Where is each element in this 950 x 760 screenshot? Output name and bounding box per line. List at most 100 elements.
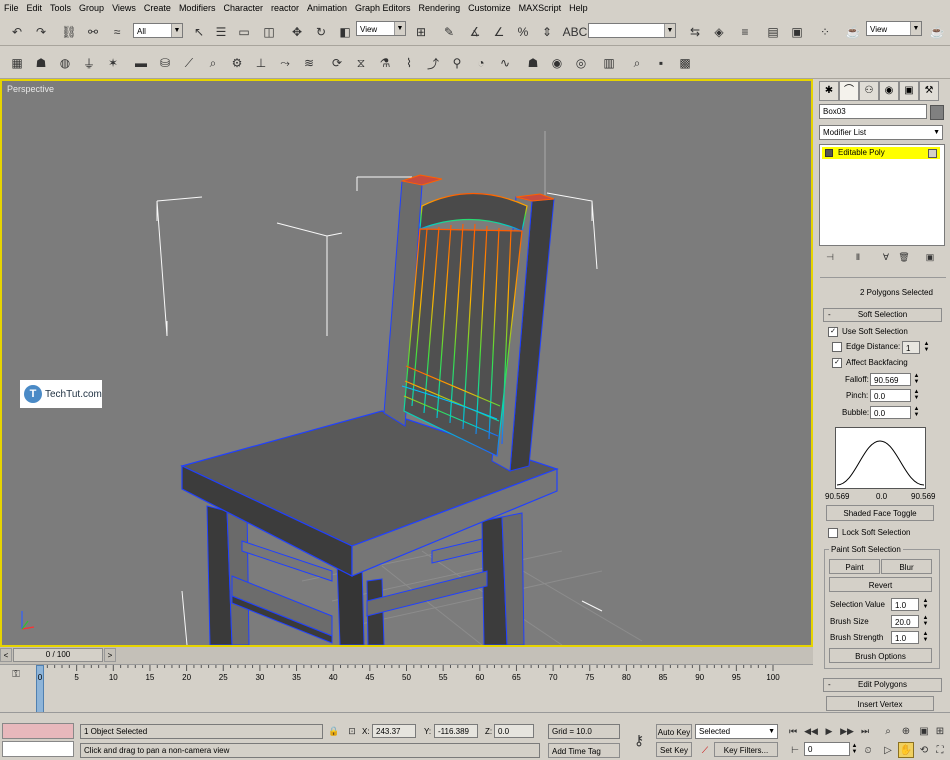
select-and-rotate-icon[interactable]: ↻	[310, 21, 332, 43]
spinner-icon[interactable]: ▲ ▼	[922, 598, 929, 611]
play-icon[interactable]: ▶	[820, 723, 838, 739]
menu-maxscript[interactable]: MAXScript	[515, 0, 566, 17]
pin-stack-icon[interactable]: ⊣	[822, 249, 838, 265]
effects-icon[interactable]: ◎	[570, 52, 592, 74]
maxscript-input-mini[interactable]	[2, 741, 74, 757]
create-box-icon[interactable]: ▦	[6, 52, 28, 74]
select-and-scale-icon[interactable]: ◧	[334, 21, 356, 43]
unlink-icon[interactable]: ⚯	[82, 21, 104, 43]
previous-frame-icon[interactable]: ◀◀	[802, 723, 820, 739]
tape-icon[interactable]: ⟋	[178, 52, 200, 74]
default-in-out-tangent-icon[interactable]: ⟋	[697, 742, 713, 758]
time-configuration-icon[interactable]: ⏲	[860, 742, 876, 758]
brush-size-field[interactable]: 20.0	[891, 615, 919, 628]
create-tab-icon[interactable]: ✱	[819, 81, 839, 101]
schematic-view-icon[interactable]: ▣	[786, 21, 808, 43]
menu-tools[interactable]: Tools	[46, 0, 75, 17]
stack-item-editable-poly[interactable]: Editable Poly	[822, 147, 940, 159]
ffd-icon[interactable]: ⚲	[446, 52, 468, 74]
bind-space-warp-icon[interactable]: ≈	[106, 21, 128, 43]
curve-editor-icon[interactable]: ▤	[762, 21, 784, 43]
reference-coordinate-dropdown[interactable]: View ▼	[356, 21, 406, 36]
light-icon[interactable]: ⏚	[78, 52, 100, 74]
layer-manager-icon[interactable]: ≡	[734, 21, 756, 43]
key-icon[interactable]: ⚷	[624, 727, 654, 753]
select-and-link-icon[interactable]: ⛓	[58, 21, 80, 43]
camera-icon[interactable]: ▪	[650, 52, 672, 74]
mirror-icon[interactable]: ⇆	[684, 21, 706, 43]
edit-named-selection-icon[interactable]: ABC	[563, 21, 588, 43]
remove-modifier-icon[interactable]: 🗑	[896, 249, 912, 265]
modifier-list-dropdown[interactable]: Modifier List ▼	[819, 125, 943, 140]
add-time-tag-button[interactable]: Add Time Tag	[548, 743, 620, 758]
object-color-swatch[interactable]	[930, 105, 944, 120]
bend-icon[interactable]: ⟳	[326, 52, 348, 74]
falloff-field[interactable]: 90.569	[870, 373, 911, 386]
zoom-icon[interactable]: ⌕	[880, 723, 896, 739]
set-key-button[interactable]: Set Key	[656, 742, 692, 757]
go-to-start-icon[interactable]: ⏮	[784, 723, 802, 739]
key-mode-toggle-icon[interactable]: ⊢	[788, 742, 802, 758]
go-to-end-icon[interactable]: ⏭	[856, 723, 874, 739]
perspective-viewport[interactable]: Perspective T TechTut.com	[0, 79, 813, 647]
render-scene-icon[interactable]: ☕	[842, 21, 864, 43]
undo-icon[interactable]: ↶	[6, 21, 28, 43]
object-name-field[interactable]: Box03	[819, 104, 927, 119]
spinner-icon[interactable]: ▲ ▼	[913, 373, 920, 386]
quick-render-icon[interactable]: ☕	[926, 21, 948, 43]
select-and-manipulate-icon[interactable]: ✎	[438, 21, 460, 43]
current-frame-field[interactable]: 0	[804, 742, 850, 756]
twist-icon[interactable]: ⧖	[350, 52, 372, 74]
expand-icon[interactable]	[825, 149, 833, 157]
affect-backfacing-checkbox[interactable]: ✓ Affect Backfacing	[832, 358, 908, 368]
time-slider[interactable]: < 0 / 100 >	[0, 647, 813, 664]
pinch-field[interactable]: 0.0	[870, 389, 911, 402]
pivot-center-icon[interactable]: ⊞	[410, 21, 432, 43]
edge-distance-checkbox[interactable]: Edge Distance:	[832, 342, 900, 352]
percent-snap-icon[interactable]: %	[512, 21, 534, 43]
edit-polygons-rollout[interactable]: - Edit Polygons	[823, 678, 942, 692]
maximize-viewport-icon[interactable]: ⛶	[932, 742, 948, 758]
track-bar[interactable]: ⚿ 0 5 10 15 20 25 30 35 40 45 50 55 60 65 70 75 80 85 90 95…	[0, 664, 813, 713]
key-mode-dropdown[interactable]: Selected ▼	[695, 724, 778, 739]
hierarchy-tab-icon[interactable]: ⚇	[859, 81, 879, 101]
wave-icon[interactable]: ≋	[298, 52, 320, 74]
use-soft-selection-checkbox[interactable]: ✓ Use Soft Selection	[828, 327, 908, 337]
select-object-icon[interactable]: ↖	[188, 21, 210, 43]
teapot-icon[interactable]: ☗	[30, 52, 52, 74]
select-and-move-icon[interactable]: ✥	[286, 21, 308, 43]
menu-customize[interactable]: Customize	[464, 0, 515, 17]
wind-icon[interactable]: ⤳	[274, 52, 296, 74]
menu-character[interactable]: Character	[219, 0, 267, 17]
next-frame-icon[interactable]: ▶▶	[838, 723, 856, 739]
menu-create[interactable]: Create	[140, 0, 175, 17]
menu-help[interactable]: Help	[565, 0, 592, 17]
menu-modifiers[interactable]: Modifiers	[175, 0, 220, 17]
zoom-extents-icon[interactable]: ▣	[916, 723, 932, 739]
menu-animation[interactable]: Animation	[303, 0, 351, 17]
pan-view-icon[interactable]: ✋	[898, 742, 914, 758]
named-selection-sets-dropdown[interactable]: ▼	[588, 23, 676, 38]
z-coordinate-field[interactable]: 0.0	[494, 724, 534, 738]
motion-tab-icon[interactable]: ◉	[879, 81, 899, 101]
shaded-face-toggle-button[interactable]: Shaded Face Toggle	[826, 505, 934, 521]
menu-edit[interactable]: Edit	[23, 0, 47, 17]
lock-icon[interactable]: 🔒	[326, 723, 342, 739]
film-icon[interactable]: ▩	[674, 52, 696, 74]
menu-file[interactable]: File	[0, 0, 23, 17]
utilities-tab-icon[interactable]: ⚒	[919, 81, 939, 101]
menu-group[interactable]: Group	[75, 0, 108, 17]
spinner-icon[interactable]: ▲ ▼	[913, 389, 920, 402]
bubble-field[interactable]: 0.0	[870, 406, 911, 419]
zoom-all-icon[interactable]: ⊕	[898, 723, 914, 739]
selection-filter-dropdown[interactable]: All ▼	[133, 23, 183, 38]
revert-button[interactable]: Revert	[829, 577, 932, 592]
modify-tab-icon[interactable]: ⌒	[839, 81, 859, 101]
make-unique-icon[interactable]: ∀	[878, 249, 894, 265]
slider-next-icon[interactable]: >	[104, 648, 116, 662]
lock-soft-selection-checkbox[interactable]: Lock Soft Selection	[828, 528, 910, 538]
rectangular-selection-icon[interactable]: ▭	[233, 21, 255, 43]
render-type-dropdown[interactable]: View ▼	[866, 21, 922, 36]
spinner-icon[interactable]: ▲ ▼	[913, 406, 920, 419]
redo-icon[interactable]: ↷	[30, 21, 52, 43]
